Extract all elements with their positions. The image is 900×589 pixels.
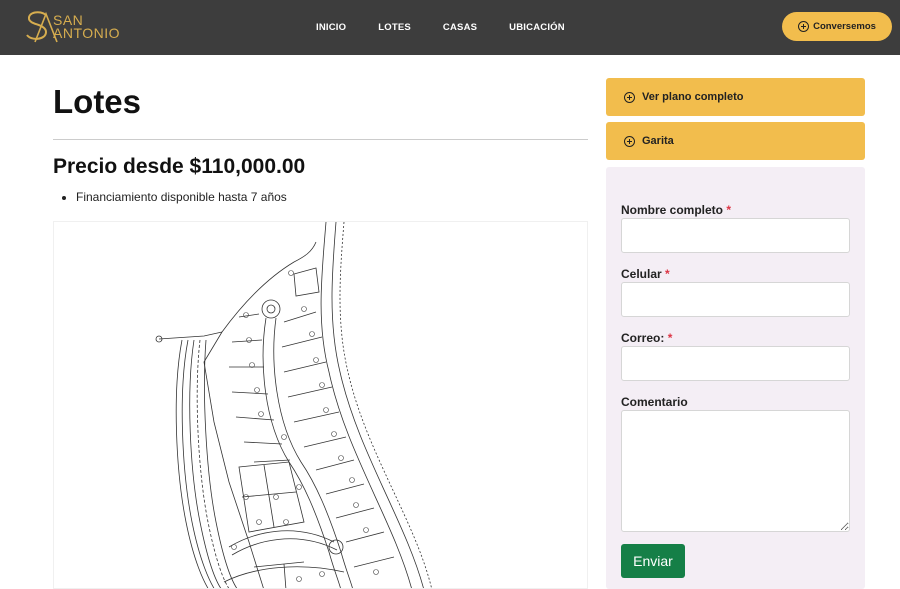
- nombre-label: Nombre completo *: [621, 203, 731, 217]
- top-navbar: SAN ANTONIO INICIO LOTES CASAS UBICACIÓN…: [0, 0, 900, 55]
- nav-item-inicio[interactable]: INICIO: [316, 22, 346, 33]
- nav-menu: INICIO LOTES CASAS UBICACIÓN: [300, 0, 581, 55]
- required-asterisk: *: [665, 267, 670, 281]
- brand-line2: ANTONIO: [53, 25, 121, 41]
- page-title: Lotes: [53, 83, 142, 120]
- accordion-garita-label: Garita: [642, 135, 674, 147]
- site-plan-drawing: [155, 222, 432, 588]
- price-heading: Precio desde $110,000.00: [53, 155, 306, 178]
- celular-label-text: Celular: [621, 267, 662, 281]
- comentario-field[interactable]: [621, 410, 850, 532]
- nav-item-lotes[interactable]: LOTES: [378, 22, 411, 33]
- title-divider: [53, 139, 588, 140]
- plus-circle-icon: [624, 135, 635, 147]
- conversemos-label: Conversemos: [813, 21, 876, 32]
- nombre-field[interactable]: [621, 218, 850, 253]
- correo-label-text: Correo:: [621, 331, 665, 345]
- feature-financing: Financiamiento disponible hasta 7 años: [76, 190, 287, 204]
- required-asterisk: *: [726, 203, 732, 217]
- conversemos-button[interactable]: Conversemos: [782, 12, 892, 41]
- nav-item-casas[interactable]: CASAS: [443, 22, 477, 33]
- celular-label: Celular *: [621, 267, 670, 281]
- accordion-garita[interactable]: Garita: [606, 122, 865, 160]
- brand-logo[interactable]: SAN ANTONIO: [24, 9, 124, 43]
- accordion-ver-plano[interactable]: Ver plano completo: [606, 78, 865, 116]
- correo-field[interactable]: [621, 346, 850, 381]
- features-list: Financiamiento disponible hasta 7 años: [76, 190, 287, 204]
- required-asterisk: *: [667, 331, 673, 345]
- nombre-label-text: Nombre completo: [621, 203, 724, 217]
- accordion-ver-plano-label: Ver plano completo: [642, 91, 744, 103]
- nav-item-ubicacion[interactable]: UBICACIÓN: [509, 22, 565, 33]
- correo-label: Correo: *: [621, 331, 672, 345]
- enviar-button[interactable]: Enviar: [621, 544, 685, 578]
- plus-circle-icon: [624, 91, 635, 103]
- plus-circle-icon: [798, 21, 810, 32]
- site-plan-image[interactable]: [53, 221, 588, 589]
- celular-field[interactable]: [621, 282, 850, 317]
- comentario-label: Comentario: [621, 395, 688, 409]
